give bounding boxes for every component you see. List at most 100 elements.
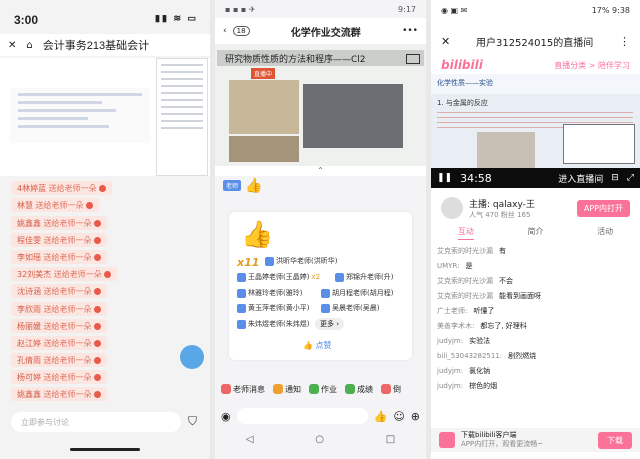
tab-intro[interactable]: 简介 <box>527 226 543 240</box>
list-item: 艾克索的时光沙漏有 <box>437 247 506 255</box>
experiment-photo <box>229 80 299 134</box>
live-video-player[interactable]: 化学性质——实验 1. 与金属的反应 ❚❚ 34:58 进入直播间 ⊟ ⤢ <box>431 74 640 188</box>
flower-icon <box>103 271 111 278</box>
nav-bar: ✕ 用户312524015的直播间 ⋮ <box>431 28 640 54</box>
flower-icon <box>93 391 101 398</box>
nav-bar: ‹ 18 化学作业交流群 ••• <box>215 18 426 44</box>
list-item: 美善李术木: 都忘了, 好理科 <box>437 322 527 330</box>
page-title: 用户312524015的直播间 <box>475 37 594 49</box>
tab-notice[interactable]: 通知 <box>273 380 301 398</box>
plus-icon[interactable]: ⊕ <box>411 410 420 423</box>
tab-activity[interactable]: 活动 <box>597 226 613 240</box>
notification-icons: ◉ ▣ ✉ <box>441 6 468 15</box>
status-bar: ▪ ▪ ▪ ✈ 9:17 <box>215 0 426 18</box>
like-entry: 林雅玲老师(雅玲) <box>237 288 302 298</box>
home-nav-icon[interactable]: ○ <box>315 434 324 452</box>
bilibili-logo[interactable]: bilibili <box>441 58 483 72</box>
list-item: UMYR: 是 <box>437 262 473 270</box>
back-nav-icon[interactable]: ◁ <box>246 434 254 452</box>
status-bar: 3:00 ▮▮ ≋ ▭ <box>0 0 210 30</box>
unread-badge: 18 <box>232 26 250 36</box>
like-entry: 吴晨老师(吴晨) <box>321 303 379 313</box>
danmaku-icon[interactable]: ⊟ <box>611 173 619 183</box>
player-controls: ❚❚ 34:58 进入直播间 ⊟ ⤢ <box>431 168 640 188</box>
avatar <box>237 319 246 329</box>
close-icon[interactable]: ✕ <box>441 35 450 48</box>
host-stats: 人气 470 粉丝 165 <box>469 210 531 219</box>
tab-bar: 互动 简介 活动 <box>431 226 640 240</box>
collapse-icon[interactable]: ⌃ <box>215 166 426 176</box>
like-button[interactable]: 👍 点赞 <box>303 340 332 351</box>
breadcrumb[interactable]: 直播分类 > 陪伴学习 <box>554 60 630 71</box>
flower-icon <box>93 340 101 347</box>
list-item: judyjm: 氯化钠 <box>437 367 491 375</box>
like-count: x11 <box>237 256 260 269</box>
battery-percent: 17% <box>591 6 610 15</box>
flower-icon <box>93 220 101 227</box>
back-icon[interactable]: ‹ <box>223 26 227 36</box>
cast-icon[interactable] <box>406 54 420 64</box>
like-entry: 胡月程老师(胡月程) <box>321 288 393 298</box>
danmaku-list: 艾克索的时光沙漏有 UMYR: 是 艾克索的时光沙漏 不会 艾克索的时光沙漏 能看到画… <box>437 244 634 394</box>
pause-icon[interactable]: ❚❚ <box>437 173 452 183</box>
voice-icon[interactable]: ◉ <box>221 410 231 423</box>
more-icon[interactable]: ⋮ <box>619 35 630 48</box>
host-name: 主播: qalaxy-王 <box>469 199 535 210</box>
chat-message: 4林婷蓝 送给老师一朵 <box>11 181 112 195</box>
close-icon[interactable]: ✕ <box>8 40 16 51</box>
flower-icon <box>93 254 101 261</box>
tab-teacher-messages[interactable]: 老师消息 <box>221 380 265 398</box>
slide-subtitle: 1. 与金属的反应 <box>437 99 488 107</box>
like-entry: 王晶婷老师(王晶婷) x2 <box>237 272 320 282</box>
chat-message: 程佳雯 送给老师一朵 <box>11 233 107 247</box>
list-item: judyjm: 实验法 <box>437 337 491 345</box>
live-video-area[interactable]: 研究物质性质的方法和程序——Cl2 直播中 <box>215 44 426 166</box>
host-info: 主播: qalaxy-王 人气 470 粉丝 165 APP内打开 <box>441 194 630 222</box>
flower-icon <box>85 202 93 209</box>
shield-icon[interactable]: ⛉ <box>188 414 197 429</box>
discussion-input[interactable]: 立即参与讨论 <box>11 412 181 432</box>
float-assistant-icon[interactable] <box>180 345 204 369</box>
like-entry: 黄玉萍老师(黄小平) <box>237 303 309 313</box>
chat-message: 林慧 送给老师一朵 <box>11 198 99 212</box>
avatar <box>237 303 246 313</box>
thumbs-up-icon: 👍 <box>241 220 274 250</box>
page-title: 会计事务213基础会计 <box>42 40 150 52</box>
list-item: bili_53043282511: 剧烈燃烧 <box>437 352 537 360</box>
experiment-photo <box>303 84 403 148</box>
message-input[interactable] <box>236 408 368 424</box>
thumbs-up-icon[interactable]: 👍 <box>374 410 388 423</box>
status-time: 9:17 <box>398 5 416 14</box>
nav-bar: ✕ ⌂ 会计事务213基础会计 <box>0 34 210 56</box>
avatar <box>237 288 246 298</box>
enter-live-link[interactable]: 进入直播间 <box>558 172 603 185</box>
fullscreen-icon[interactable]: ⤢ <box>627 173 634 183</box>
flower-icon <box>93 323 101 330</box>
download-banner: 下载bilibili客户端 APP内打开，观看更流畅~ 下载 <box>431 428 640 452</box>
flower-icon <box>93 306 101 313</box>
chat-message: 孔倩雨 送给老师一朵 <box>11 353 107 367</box>
home-icon[interactable]: ⌂ <box>26 40 32 51</box>
chat-message: 姚鑫鑫 送给老师一朵 <box>11 216 107 230</box>
home-indicator <box>70 448 140 451</box>
chat-message: 杨可婷 送给老师一朵 <box>11 370 107 384</box>
like-entry: 洪昕华老师(洪昕华) <box>265 256 337 266</box>
notification-icons: ▪ ▪ ▪ ✈ <box>225 5 256 14</box>
avatar[interactable] <box>441 197 463 219</box>
avatar <box>335 272 344 282</box>
document-preview <box>10 88 150 143</box>
emoji-icon[interactable]: ☺ <box>393 410 404 423</box>
download-button[interactable]: 下载 <box>598 431 632 449</box>
live-video-area[interactable] <box>0 58 210 176</box>
tab-interaction[interactable]: 互动 <box>457 226 474 240</box>
experiment-photo <box>229 136 299 162</box>
tab-homework[interactable]: 作业 <box>309 380 337 398</box>
more-button[interactable]: 更多 › <box>315 318 345 330</box>
avatar <box>321 288 330 298</box>
recents-nav-icon[interactable]: □ <box>386 434 395 452</box>
open-in-app-button[interactable]: APP内打开 <box>576 199 630 217</box>
tab-grades[interactable]: 成绩 <box>345 380 373 398</box>
more-icon[interactable]: ••• <box>402 26 418 36</box>
screenshot-thumbnail <box>156 58 208 176</box>
tab-more[interactable]: 倒 <box>381 380 401 398</box>
